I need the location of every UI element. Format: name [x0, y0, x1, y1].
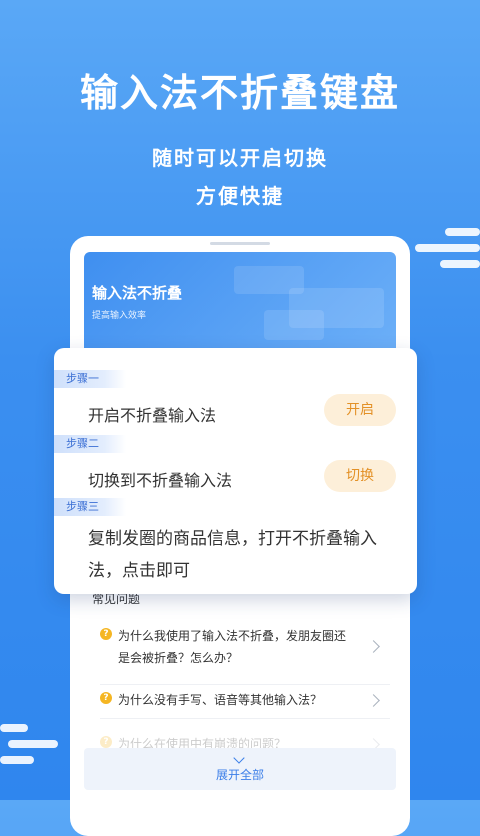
steps-card: 步骤一 开启不折叠输入法 开启 步骤二 切换到不折叠输入法 切换 步骤三 复制发… [54, 348, 417, 594]
hero-subline-1: 随时可以开启切换 [152, 146, 328, 170]
chevron-right-icon [367, 640, 380, 653]
question-icon: ? [100, 736, 112, 748]
faq-question: 为什么没有手写、语音等其他输入法？ [118, 693, 323, 707]
banner-subtitle: 提高输入效率 [92, 311, 147, 321]
enable-button[interactable]: 开启 [324, 394, 396, 426]
faq-item[interactable]: ? 为什么没有手写、语音等其他输入法？ [100, 692, 390, 719]
question-icon: ? [100, 692, 112, 704]
faq-question: 为什么我使用了输入法不折叠，发朋友圈还是会被折叠？怎么办？ [118, 629, 347, 665]
step-text: 复制发圈的商品信息，打开不折叠输入法，点击即可 [88, 529, 377, 581]
phone-speaker [210, 242, 270, 245]
chevron-right-icon [367, 694, 380, 707]
app-banner: 输入法不折叠 提高输入效率 [84, 252, 396, 362]
banner-title: 输入法不折叠 [92, 284, 183, 302]
expand-all-button[interactable]: 展开全部 [84, 748, 396, 790]
faq-item[interactable]: ? 为什么我使用了输入法不折叠，发朋友圈还是会被折叠？怎么办？ [100, 628, 390, 685]
hero-subline-2: 方便快捷 [196, 184, 284, 208]
hero-headline: 输入法不折叠键盘 [79, 71, 400, 115]
question-icon: ? [100, 628, 112, 640]
step-text: 开启不折叠输入法 [88, 406, 217, 425]
step-tag: 步骤三 [54, 498, 126, 516]
switch-button[interactable]: 切换 [324, 460, 396, 492]
step-text: 切换到不折叠输入法 [88, 471, 233, 490]
expand-all-label: 展开全部 [215, 768, 264, 782]
step-tag: 步骤一 [54, 370, 126, 388]
step-tag: 步骤二 [54, 435, 126, 453]
chevron-down-icon [233, 752, 245, 764]
